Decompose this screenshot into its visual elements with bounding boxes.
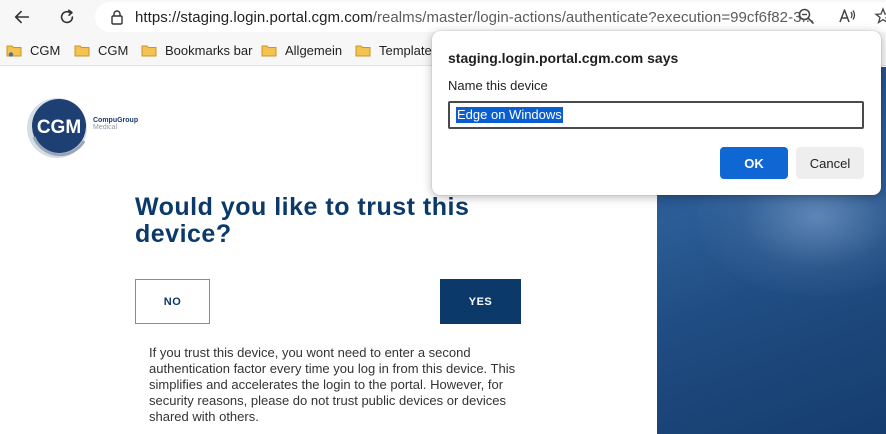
bookmark-item[interactable]: CGM — [6, 41, 60, 59]
address-bar[interactable]: https://staging.login.portal.cgm.com/rea… — [95, 2, 886, 32]
bookmark-label: CGM — [98, 42, 129, 58]
page-title: Would you like to trust this device? — [135, 193, 470, 248]
prompt-dialog: staging.login.portal.cgm.com says Name t… — [432, 31, 881, 195]
reload-icon — [60, 9, 74, 24]
url-path: /realms/master/login-actions/authenticat… — [372, 8, 815, 26]
bookmark-label: CGM — [30, 42, 61, 58]
back-button[interactable] — [8, 3, 36, 31]
url-text: https://staging.login.portal.cgm.com/rea… — [135, 9, 814, 26]
url-host: https://staging.login.portal.cgm.com — [135, 8, 373, 26]
yes-button[interactable]: YES — [440, 279, 521, 324]
ok-button[interactable]: OK — [720, 147, 788, 179]
browser-window: https://staging.login.portal.cgm.com/rea… — [0, 0, 886, 434]
logo-mark: CGM — [37, 117, 81, 138]
folder-icon — [355, 45, 371, 56]
cancel-button[interactable]: Cancel — [796, 147, 864, 179]
dialog-message: Name this device — [448, 78, 548, 93]
reload-button[interactable] — [53, 3, 81, 31]
browser-toolbar: https://staging.login.portal.cgm.com/rea… — [0, 0, 886, 34]
folder-icon — [6, 45, 22, 57]
logo-company-sub: Medical — [93, 124, 118, 131]
bookmark-item[interactable]: Bookmarks bar — [141, 41, 252, 59]
bookmark-label: Allgemein — [285, 42, 343, 58]
back-arrow-icon — [14, 10, 30, 24]
trust-info-text: If you trust this device, you wont need … — [149, 345, 516, 424]
bookmark-item[interactable]: Template — [355, 41, 432, 59]
folder-icon — [74, 45, 90, 56]
favorites-star-icon[interactable] — [874, 7, 886, 25]
dialog-title: staging.login.portal.cgm.com says — [448, 50, 679, 66]
bookmark-label: Bookmarks bar — [165, 42, 253, 58]
folder-icon — [141, 45, 157, 56]
bookmark-item[interactable]: Allgemein — [261, 41, 342, 59]
no-button[interactable]: NO — [135, 279, 210, 324]
read-aloud-icon[interactable] — [838, 7, 856, 25]
device-name-input[interactable]: Edge on Windows — [448, 101, 864, 129]
logo-wordmark: CompuGroup Medical — [93, 117, 138, 131]
logo-company: CompuGroup — [93, 117, 139, 124]
device-name-value: Edge on Windows — [456, 107, 563, 123]
zoom-icon[interactable] — [797, 7, 815, 25]
lock-icon[interactable] — [109, 9, 125, 25]
bookmark-item[interactable]: CGM — [74, 41, 128, 59]
bookmark-label: Template — [379, 42, 432, 58]
folder-icon — [261, 45, 277, 56]
